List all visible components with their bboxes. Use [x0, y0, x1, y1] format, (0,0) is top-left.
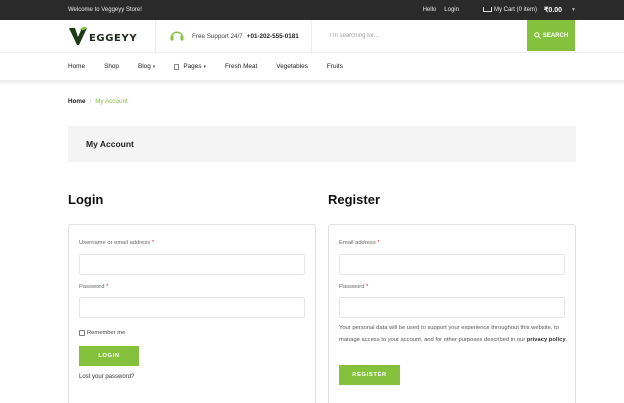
site-logo[interactable]: EGGEYY	[68, 24, 137, 48]
nav-item-fruits[interactable]: Fruits	[327, 63, 343, 70]
password-label-text: Password	[79, 284, 105, 290]
breadcrumb-separator: /	[89, 98, 92, 105]
nav-item-home[interactable]: Home	[68, 63, 85, 70]
search-icon	[534, 32, 541, 39]
register-form: Email address * Password * Your personal…	[328, 224, 576, 403]
register-password-label-text: Password	[339, 284, 365, 290]
breadcrumb: Home / My Account	[68, 98, 128, 105]
remember-label: Remember me	[87, 330, 126, 336]
username-label: Username or email address *	[79, 240, 154, 246]
nav-shadow	[0, 80, 624, 86]
nav-item-label: Vegetables	[276, 63, 308, 70]
search-button[interactable]: SEARCH	[527, 20, 575, 51]
chevron-down-icon: ▼	[571, 7, 576, 13]
register-password-field[interactable]	[339, 297, 565, 318]
required-mark: *	[151, 240, 155, 246]
page-title-box: My Account	[68, 126, 576, 162]
register-password-label: Password *	[339, 284, 368, 290]
search-input[interactable]	[320, 24, 527, 48]
password-label: Password *	[79, 284, 108, 290]
password-field[interactable]	[79, 297, 305, 318]
remember-checkbox[interactable]	[79, 330, 85, 336]
search-button-label: SEARCH	[542, 32, 569, 39]
mini-cart[interactable]: My Cart (0 item) ₹0.00 ▼	[482, 6, 576, 14]
username-field[interactable]	[79, 254, 305, 275]
nav-item-label: Pages	[183, 63, 202, 70]
page-title: My Account	[86, 139, 134, 149]
email-label: Email address *	[339, 240, 380, 246]
privacy-end: .	[565, 337, 568, 343]
page-icon	[174, 63, 180, 70]
support-label: Free Support 24/7	[192, 32, 243, 40]
nav-item-shop[interactable]: Shop	[104, 63, 119, 70]
nav-item-label: Home	[68, 63, 86, 70]
headset-icon	[170, 29, 184, 43]
nav-item-label: Fresh Meat	[224, 63, 258, 70]
chevron-down-icon: ▾	[152, 63, 156, 70]
breadcrumb-current: My Account	[95, 98, 128, 105]
support-info: Free Support 24/7 +01-202-555-0181	[170, 20, 299, 52]
cart-label: My Cart (0 item)	[493, 7, 537, 13]
email-label-text: Email address	[339, 240, 376, 246]
nav-item-label: Shop	[104, 63, 119, 70]
required-mark: *	[366, 284, 369, 290]
login-heading: Login	[68, 192, 104, 207]
email-field[interactable]	[339, 254, 565, 275]
header-divider	[311, 20, 312, 52]
nav-item-label: Fruits	[326, 63, 343, 70]
top-bar: Welcome to Veggeyy Store! Hello Login My…	[0, 0, 624, 20]
top-login-link[interactable]: Login	[444, 7, 459, 13]
logo-leaf-icon	[68, 26, 88, 46]
remember-me[interactable]: Remember me	[79, 330, 125, 336]
username-label-text: Username or email address	[79, 240, 151, 246]
nav-item-label: Blog	[138, 63, 151, 70]
privacy-notice: Your personal data will be used to suppo…	[339, 322, 571, 346]
nav-item-pages[interactable]: Pages ▾	[174, 63, 206, 70]
nav-items: Home Shop Blog ▾ Pages ▾ Fresh Meat Vege…	[68, 53, 343, 80]
main-nav: Home Shop Blog ▾ Pages ▾ Fresh Meat Vege…	[0, 52, 624, 80]
top-bar-inner: Welcome to Veggeyy Store! Hello Login My…	[68, 0, 576, 20]
register-button[interactable]: REGISTER	[339, 365, 400, 385]
nav-item-blog[interactable]: Blog ▾	[138, 63, 155, 70]
welcome-message: Welcome to Veggeyy Store!	[68, 7, 142, 13]
required-mark: *	[106, 284, 109, 290]
login-form: Username or email address * Password * R…	[68, 224, 316, 403]
lost-password-link[interactable]: Lost your password?	[79, 374, 134, 380]
login-button[interactable]: LOGIN	[79, 346, 139, 366]
breadcrumb-home[interactable]: Home	[68, 98, 86, 105]
cart-total: ₹0.00	[543, 7, 563, 14]
privacy-policy-link[interactable]: privacy policy	[527, 337, 566, 343]
register-heading: Register	[328, 192, 381, 207]
logo-text: EGGEYY	[89, 32, 138, 44]
hello-text: Hello	[422, 7, 437, 13]
nav-item-vegetables[interactable]: Vegetables	[276, 63, 308, 70]
nav-item-fresh-meat[interactable]: Fresh Meat	[225, 63, 257, 70]
required-mark: *	[377, 240, 380, 246]
cart-icon	[482, 6, 492, 14]
header-divider	[155, 20, 156, 52]
support-phone[interactable]: +01-202-555-0181	[247, 33, 299, 40]
chevron-down-icon: ▾	[203, 63, 206, 70]
